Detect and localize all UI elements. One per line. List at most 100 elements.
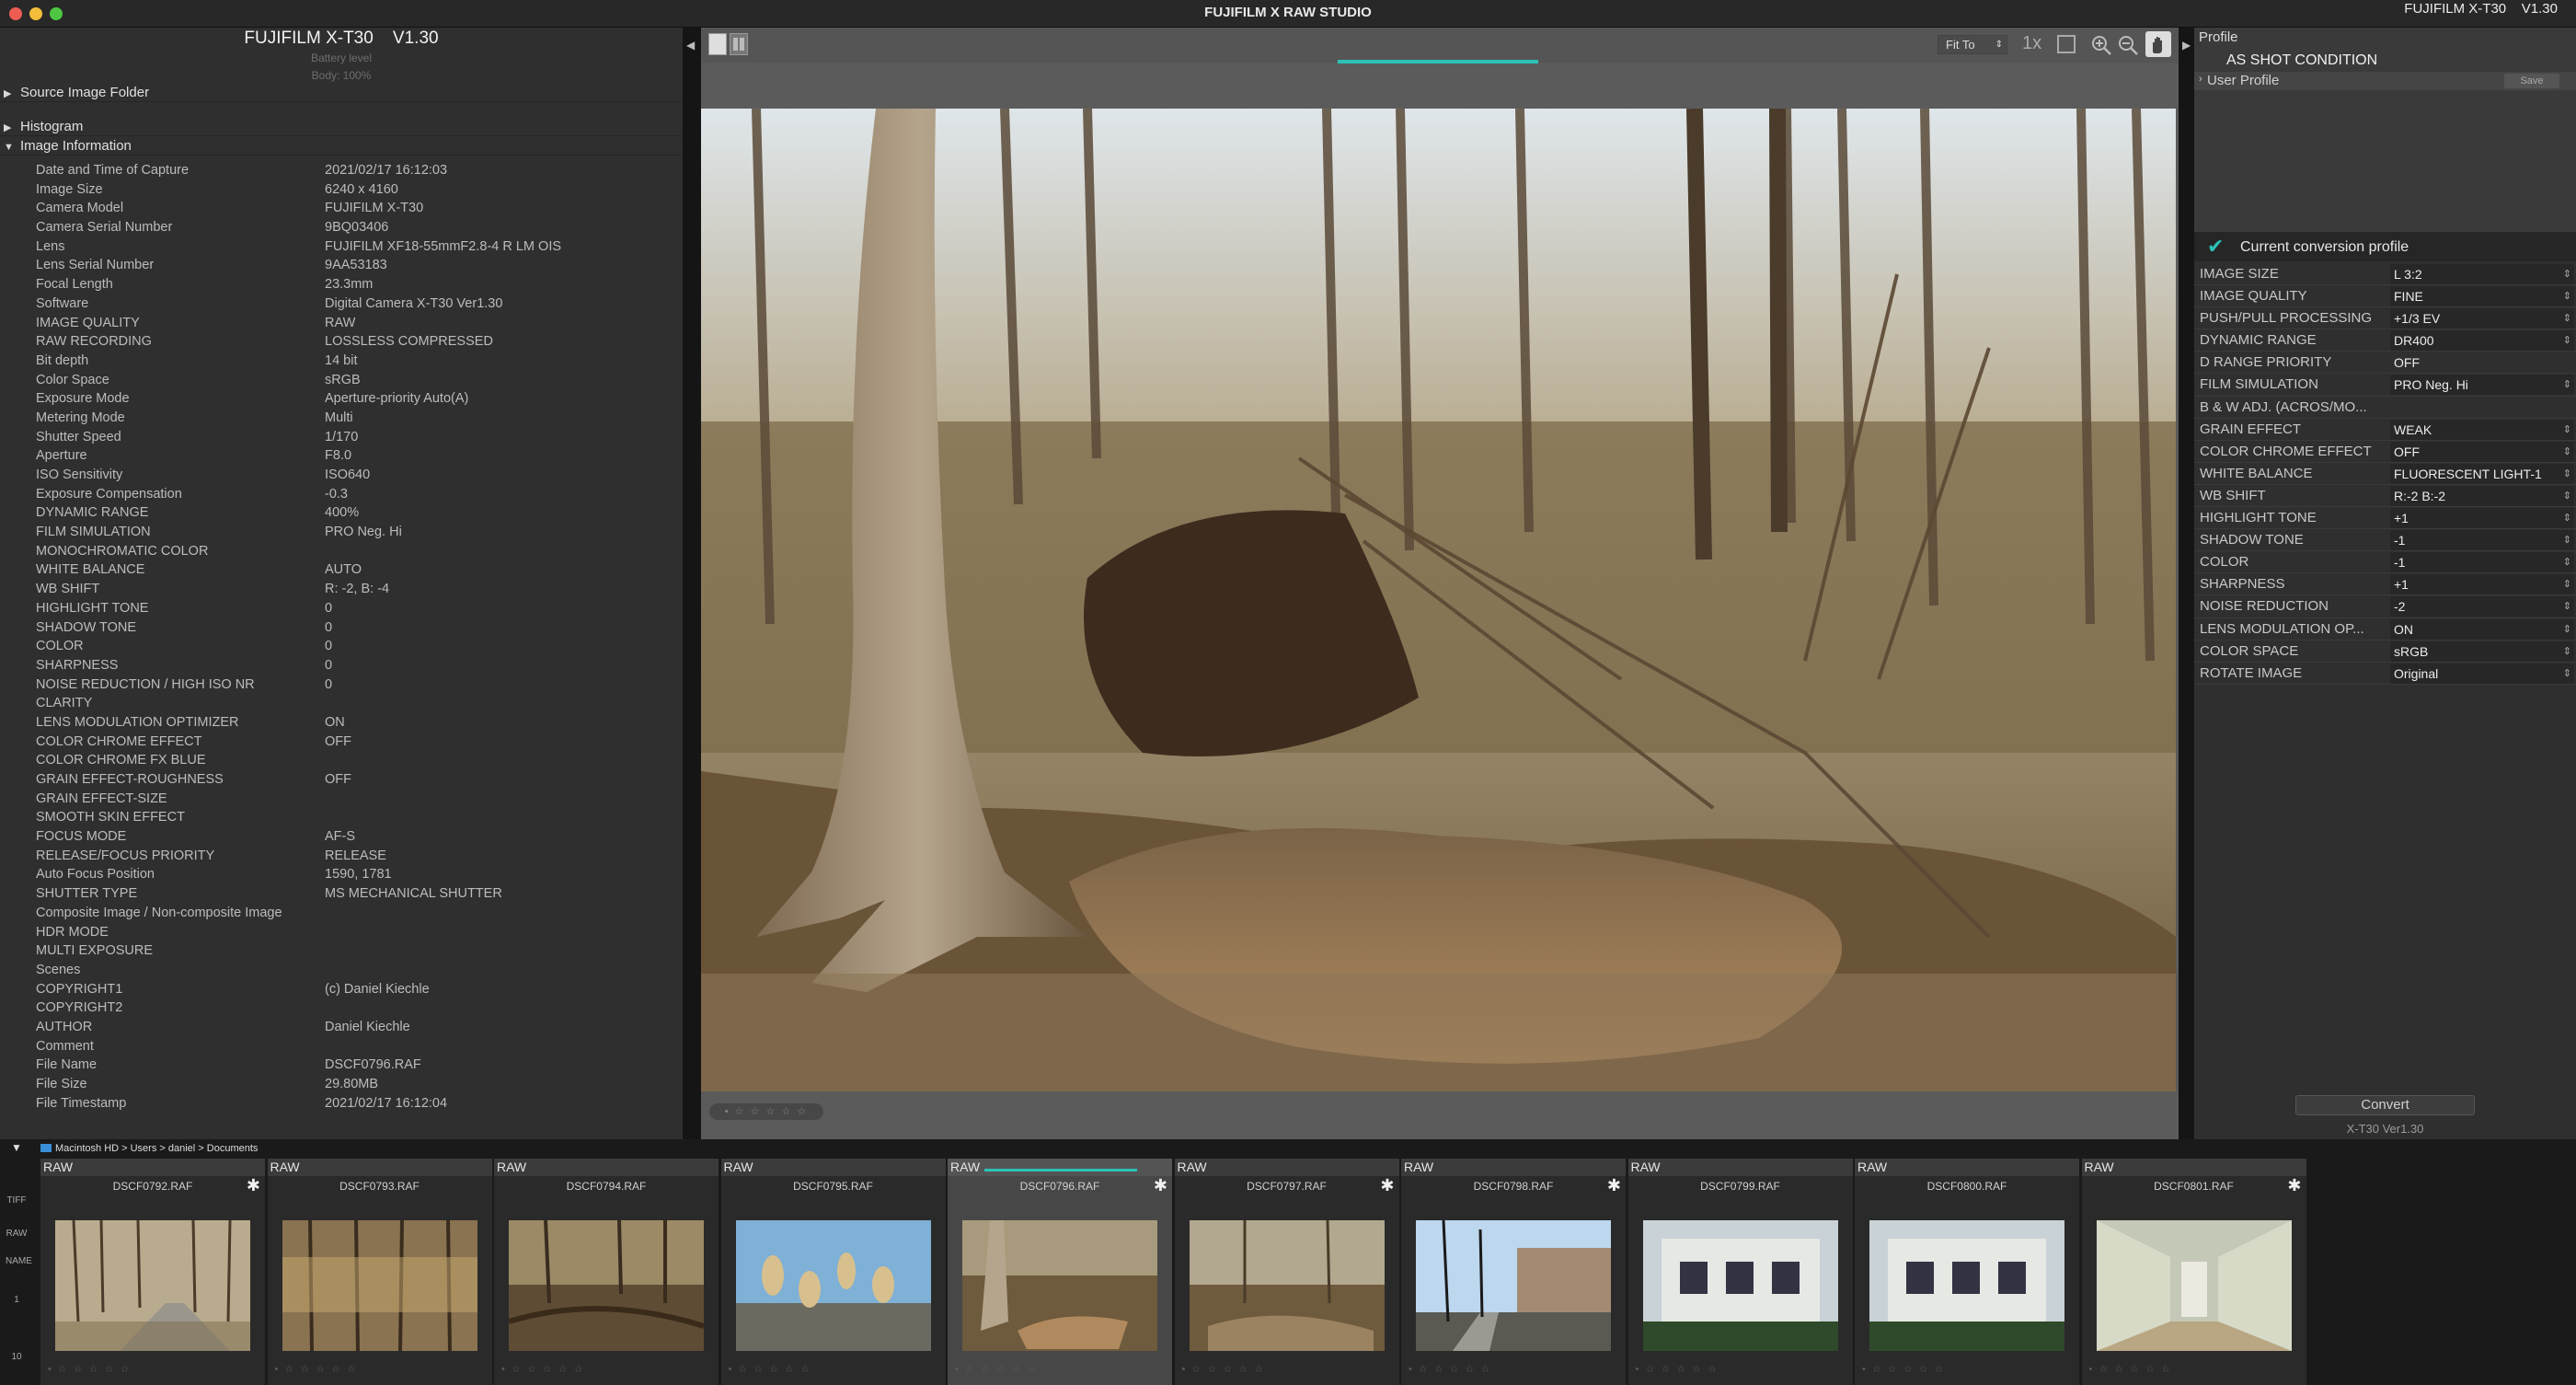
setting-value: WEAK	[2394, 421, 2432, 437]
thumbnail-rating[interactable]: • ☆ ☆ ☆ ☆ ☆	[1636, 1363, 1719, 1375]
setting-select[interactable]: ON ⇕	[2390, 618, 2574, 640]
thumbnail-dscf0793[interactable]: RAW DSCF0793.RAF • ☆ ☆ ☆ ☆ ☆	[267, 1159, 492, 1385]
thumbnail-dscf0792[interactable]: RAW DSCF0792.RAF ✱ • ☆ ☆ ☆ ☆ ☆	[40, 1159, 265, 1385]
raw-format-tag: RAW	[1627, 1159, 1853, 1176]
thumbnail-image[interactable]	[962, 1220, 1157, 1351]
save-profile-button[interactable]: Save	[2504, 74, 2559, 88]
thumbnail-size-min[interactable]: 1	[6, 1296, 28, 1305]
zoom-1x-button[interactable]: 1x	[2022, 33, 2041, 54]
info-value: AUTO	[325, 562, 362, 578]
zoom-in-icon[interactable]	[2089, 33, 2113, 57]
thumbnail-dscf0794[interactable]: RAW DSCF0794.RAF • ☆ ☆ ☆ ☆ ☆	[494, 1159, 719, 1385]
thumbnail-dscf0797[interactable]: RAW DSCF0797.RAF ✱ • ☆ ☆ ☆ ☆ ☆	[1174, 1159, 1399, 1385]
info-value: Digital Camera X-T30 Ver1.30	[325, 295, 503, 311]
setting-select[interactable]: FINE ⇕	[2390, 286, 2574, 307]
sort-name-button[interactable]: NAME	[6, 1257, 32, 1266]
setting-select[interactable]: +1 ⇕	[2390, 508, 2574, 529]
setting-select[interactable]: DR400 ⇕	[2390, 330, 2574, 352]
profile-user-profile[interactable]: › User Profile Save	[2194, 72, 2576, 90]
thumbnail-dscf0798[interactable]: RAW DSCF0798.RAF ✱ • ☆ ☆ ☆ ☆ ☆	[1401, 1159, 1626, 1385]
battery-level-label: Battery level	[310, 52, 373, 64]
image-rating-stars[interactable]: • ☆ ☆ ☆ ☆ ☆	[709, 1103, 823, 1120]
info-row: Metering Mode Multi	[0, 409, 683, 428]
thumbnail-image[interactable]	[1416, 1220, 1611, 1351]
thumbnail-image[interactable]	[2096, 1220, 2292, 1351]
thumbnail-dscf0799[interactable]: RAW DSCF0799.RAF • ☆ ☆ ☆ ☆ ☆	[1627, 1159, 1853, 1385]
select-arrows-icon: ⇕	[2562, 445, 2571, 457]
raw-filter-button[interactable]: RAW	[6, 1229, 28, 1239]
histogram-section[interactable]: ▶ Histogram	[0, 117, 683, 136]
profile-as-shot-condition[interactable]: AS SHOT CONDITION	[2226, 52, 2377, 69]
thumbnail-size-max[interactable]: 10	[6, 1353, 28, 1362]
thumbnail-image[interactable]	[1642, 1220, 1838, 1351]
info-value: FUJIFILM XF18-55mmF2.8-4 R LM OIS	[325, 238, 562, 254]
thumbnail-image[interactable]	[735, 1220, 931, 1351]
info-label: Camera Serial Number	[36, 220, 173, 236]
thumbnail-rating[interactable]: • ☆ ☆ ☆ ☆ ☆	[275, 1363, 358, 1375]
zoom-fit-select[interactable]: Fit To ⇕	[1938, 35, 2007, 54]
setting-select[interactable]: Original ⇕	[2390, 663, 2574, 684]
breadcrumb[interactable]: Macintosh HD > Users > daniel > Document…	[40, 1143, 258, 1154]
collapse-filmstrip-icon[interactable]: ▼	[6, 1142, 28, 1153]
setting-select[interactable]: WEAK ⇕	[2390, 419, 2574, 440]
thumbnail-filename: DSCF0793.RAF	[339, 1180, 420, 1193]
info-label: Auto Focus Position	[36, 867, 155, 883]
thumbnail-rating[interactable]: • ☆ ☆ ☆ ☆ ☆	[501, 1363, 584, 1375]
thumbnail-dscf0796[interactable]: RAW DSCF0796.RAF ✱ • ☆ ☆ ☆ ☆ ☆	[948, 1159, 1172, 1385]
thumbnail-rating[interactable]: • ☆ ☆ ☆ ☆ ☆	[1862, 1363, 1945, 1375]
setting-select[interactable]: PRO Neg. Hi ⇕	[2390, 375, 2574, 396]
hand-tool-button[interactable]	[2145, 31, 2171, 57]
setting-select[interactable]: R:-2 B:-2 ⇕	[2390, 485, 2574, 506]
setting-value: Original	[2394, 665, 2439, 681]
setting-select[interactable]: -1 ⇕	[2390, 530, 2574, 551]
thumbnail-image[interactable]	[282, 1220, 477, 1351]
tiff-filter-button[interactable]: TIFF	[6, 1196, 28, 1206]
convert-button[interactable]: Convert	[2295, 1095, 2475, 1115]
thumbnail-rating[interactable]: • ☆ ☆ ☆ ☆ ☆	[1182, 1363, 1265, 1375]
fullscreen-icon[interactable]	[2057, 35, 2076, 53]
thumbnail-image[interactable]	[509, 1220, 704, 1351]
thumbnail-rating[interactable]: • ☆ ☆ ☆ ☆ ☆	[955, 1363, 1038, 1375]
setting-select[interactable]: -2 ⇕	[2390, 596, 2574, 617]
select-arrows-icon: ⇕	[2562, 467, 2571, 479]
thumbnail-dscf0801[interactable]: RAW DSCF0801.RAF ✱ • ☆ ☆ ☆ ☆ ☆	[2081, 1159, 2306, 1385]
info-value: LOSSLESS COMPRESSED	[325, 334, 493, 350]
setting-select[interactable]: +1/3 EV ⇕	[2390, 308, 2574, 329]
thumbnail-image[interactable]	[1869, 1220, 2064, 1351]
loading-progress-bar	[1338, 60, 1538, 63]
thumbnail-rating[interactable]: • ☆ ☆ ☆ ☆ ☆	[729, 1363, 811, 1375]
right-panel-toggle[interactable]: ▶	[2179, 28, 2194, 1139]
thumbnail-dscf0800[interactable]: RAW DSCF0800.RAF • ☆ ☆ ☆ ☆ ☆	[1855, 1159, 2079, 1385]
image-information-section[interactable]: ▼ Image Information	[0, 136, 683, 156]
setting-select[interactable]: OFF ⇕	[2390, 441, 2574, 462]
info-value: Daniel Kiechle	[325, 1019, 410, 1034]
setting-select[interactable]: FLUORESCENT LIGHT-1 ⇕	[2390, 463, 2574, 484]
thumbnail-rating[interactable]: • ☆ ☆ ☆ ☆ ☆	[2089, 1363, 2172, 1375]
select-arrows-icon: ⇕	[2562, 379, 2571, 391]
source-folder-section[interactable]: ▶ Source Image Folder	[0, 83, 683, 102]
current-conversion-profile[interactable]: ✔ Current conversion profile	[2194, 232, 2576, 261]
compare-view-button[interactable]	[730, 33, 748, 55]
thumbnail-rating[interactable]: • ☆ ☆ ☆ ☆ ☆	[1409, 1363, 1491, 1375]
setting-select[interactable]: -1 ⇕	[2390, 552, 2574, 573]
select-arrows-icon: ⇕	[2562, 601, 2571, 613]
info-label: SHADOW TONE	[36, 619, 137, 635]
thumbnail-filename: DSCF0801.RAF	[2154, 1180, 2234, 1193]
main-preview-image[interactable]	[701, 109, 2176, 1091]
setting-select[interactable]: +1 ⇕	[2390, 574, 2574, 595]
thumbnail-rating[interactable]: • ☆ ☆ ☆ ☆ ☆	[48, 1363, 131, 1375]
thumbnail-image[interactable]	[55, 1220, 250, 1351]
single-view-button[interactable]	[708, 33, 727, 55]
folder-icon	[40, 1144, 52, 1152]
zoom-out-icon[interactable]	[2116, 33, 2140, 57]
thumbnail-image[interactable]	[1189, 1220, 1385, 1351]
setting-value: +1/3 EV	[2394, 311, 2441, 327]
info-value: 14 bit	[325, 352, 358, 368]
info-label: Bit depth	[36, 352, 89, 368]
user-profile-label: User Profile	[2207, 73, 2280, 88]
info-row: HIGHLIGHT TONE 0	[0, 599, 683, 618]
setting-select[interactable]: sRGB ⇕	[2390, 641, 2574, 662]
thumbnail-dscf0795[interactable]: RAW DSCF0795.RAF • ☆ ☆ ☆ ☆ ☆	[720, 1159, 946, 1385]
left-panel-toggle[interactable]: ◀	[683, 28, 701, 1139]
setting-select[interactable]: L 3:2 ⇕	[2390, 264, 2574, 284]
